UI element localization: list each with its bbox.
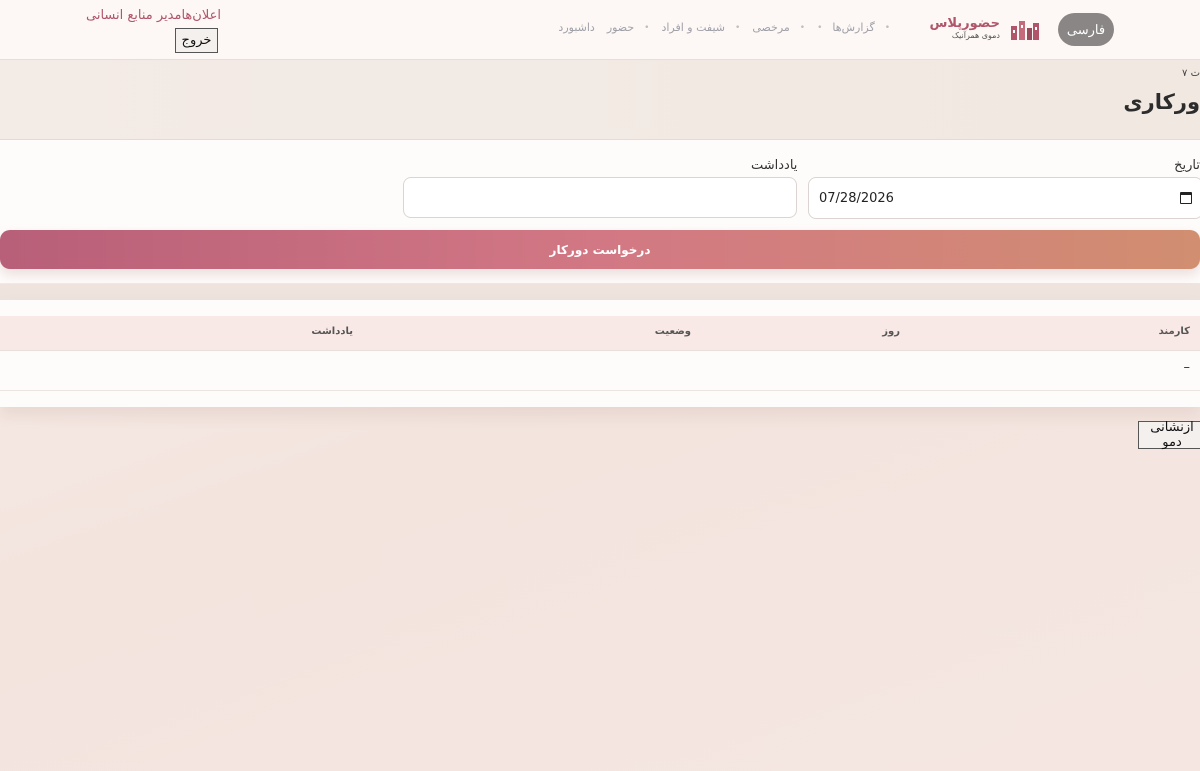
nav-item-dashboard[interactable]: داشبورد (558, 21, 594, 34)
page-header-band (0, 60, 1200, 140)
date-input[interactable]: 07/28/2026 (808, 177, 1200, 219)
note-input[interactable] (403, 177, 797, 218)
nav-item-attendance[interactable]: • حضور (607, 21, 650, 34)
column-header-note: یادداشت (311, 326, 353, 337)
nav-dot-icon: • (644, 22, 650, 33)
logout-button[interactable]: خروج (175, 28, 218, 53)
reset-demo-button[interactable]: ازنشانی دمو (1138, 420, 1200, 450)
column-header-status: وضعیت (654, 326, 691, 337)
brand-name: حضورپلاس (929, 16, 1000, 31)
column-header-employee: کارمند (1158, 326, 1190, 337)
breadcrumb: ت ۷ (1182, 68, 1200, 79)
brand-logo-icon (1011, 21, 1039, 40)
calendar-icon[interactable] (1180, 192, 1192, 204)
nav-item-reports[interactable]: • گزارش‌ها • (817, 21, 890, 34)
nav-item-shifts[interactable]: • شیفت و افراد (661, 21, 740, 34)
table-empty-cell: – (1183, 360, 1191, 375)
section-divider (0, 284, 1200, 300)
nav-item-leave[interactable]: • مرخصی (752, 21, 805, 34)
nav-dot-icon: • (735, 22, 741, 33)
date-label: تاریخ (1174, 158, 1200, 173)
language-button[interactable]: فارسی (1058, 13, 1114, 46)
date-value: 07/28/2026 (819, 190, 894, 206)
page-title: ورکاری (1123, 90, 1200, 114)
user-role-label[interactable]: اعلان‌هامدیر منابع انسانی (86, 8, 221, 23)
nav-dot-icon: • (884, 22, 890, 33)
main-nav: داشبورد • حضور • شیفت و افراد • مرخصی • گزار… (558, 21, 890, 34)
table-row (0, 351, 1200, 391)
nav-dot-icon: • (799, 22, 806, 33)
note-label: یادداشت (751, 158, 798, 173)
nav-dot-icon: • (817, 22, 823, 33)
brand-subtitle: دموی همرآنیک (951, 31, 1000, 40)
table-header-row (0, 316, 1200, 351)
column-header-day: روز (882, 326, 900, 337)
submit-remote-request-button[interactable]: درخواست دورکار (0, 230, 1200, 269)
